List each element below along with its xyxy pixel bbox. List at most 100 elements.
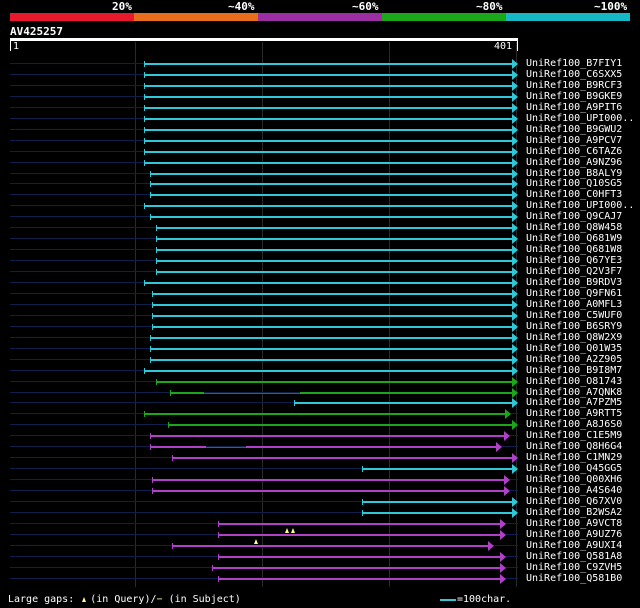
hit-label[interactable]: UniRef100_C5WUF0 [526,310,622,321]
arrow-head-icon [512,223,518,233]
arrow-head-icon [505,409,511,419]
alignment-segment [300,392,512,394]
hit-label[interactable]: UniRef100_Q8W2X9 [526,332,622,343]
alignment-segment [152,293,512,295]
alignment-segment [152,315,512,317]
hit-label[interactable]: UniRef100_Q00XH6 [526,474,622,485]
hit-label[interactable]: UniRef100_A7PZM5 [526,397,622,408]
query-gap-icon [254,539,258,544]
alignment-segment [152,479,504,481]
arrow-head-icon [512,355,518,365]
hit-label[interactable]: UniRef100_B9GKE9 [526,91,622,102]
hit-label[interactable]: UniRef100_Q67YE3 [526,255,622,266]
alignment-start-tick [152,302,153,308]
subject-gap-icon: − [156,594,163,605]
alignment-start-tick [144,138,145,144]
hit-label[interactable]: UniRef100_Q581B0 [526,573,622,584]
alignment-segment [150,216,512,218]
alignment-start-tick [294,400,295,406]
hit-list: UniRef100_B7FIY1 UniRef100_C6SXX5 UniRef10… [0,0,640,590]
hit-label[interactable]: UniRef100_Q45GG5 [526,463,622,474]
hit-label[interactable]: UniRef100_B9RCF3 [526,80,622,91]
hit-label[interactable]: UniRef100_B9RDV3 [526,277,622,288]
hit-label[interactable]: UniRef100_UPI000.. [526,200,634,211]
hit-label[interactable]: UniRef100_Q581A8 [526,551,622,562]
alignment-segment [144,85,512,87]
hit-label[interactable]: UniRef100_B2WSA2 [526,507,622,518]
hit-label[interactable]: UniRef100_A9VCT8 [526,518,622,529]
alignment-segment [362,468,512,470]
alignment-segment [144,129,512,131]
hit-label[interactable]: UniRef100_C6TAZ6 [526,146,622,157]
hit-label[interactable]: UniRef100_A9PCV7 [526,135,622,146]
hit-label[interactable]: UniRef100_A9PIT6 [526,102,622,113]
hit-label[interactable]: UniRef100_A8J6S0 [526,419,622,430]
alignment-start-tick [152,291,153,297]
alignment-start-tick [152,488,153,494]
alignment-segment [152,304,512,306]
arrow-head-icon [504,475,510,485]
alignment-segment [218,556,500,558]
hit-label[interactable]: UniRef100_Q681W9 [526,233,622,244]
alignment-segment [156,271,512,273]
alignment-start-tick [144,127,145,133]
alignment-segment [150,359,512,361]
hit-label[interactable]: UniRef100_A9UZ76 [526,529,622,540]
alignment-start-tick [156,225,157,231]
hit-label[interactable]: UniRef100_UPI000.. [526,113,634,124]
alignment-segment [152,490,504,492]
alignment-start-tick [144,203,145,209]
alignment-segment [362,512,512,514]
alignment-start-tick [144,83,145,89]
hit-label[interactable]: UniRef100_Q681W8 [526,244,622,255]
alignment-start-tick [150,171,151,177]
arrow-head-icon [512,420,518,430]
hit-label[interactable]: UniRef100_A9UXI4 [526,540,622,551]
alignment-segment [218,534,500,536]
hit-label[interactable]: UniRef100_A9NZ96 [526,157,622,168]
hit-label[interactable]: UniRef100_C6SXX5 [526,69,622,80]
query-gap-icon [82,597,86,602]
arrow-head-icon [496,442,502,452]
arrow-head-icon [512,453,518,463]
arrow-head-icon [512,92,518,102]
hit-label[interactable]: UniRef100_A9RTT5 [526,408,622,419]
hit-label[interactable]: UniRef100_Q8H6G4 [526,441,622,452]
hit-label[interactable]: UniRef100_B6SRY9 [526,321,622,332]
alignment-start-tick [156,258,157,264]
hit-label[interactable]: UniRef100_A0MFL3 [526,299,622,310]
hit-label[interactable]: UniRef100_C1E5M9 [526,430,622,441]
hit-label[interactable]: UniRef100_Q67XV0 [526,496,622,507]
hit-label[interactable]: UniRef100_A2Z905 [526,354,622,365]
alignment-start-tick [144,116,145,122]
arrow-head-icon [500,519,506,529]
alignment-start-tick [144,61,145,67]
alignment-start-tick [156,269,157,275]
arrow-head-icon [512,103,518,113]
arrow-head-icon [500,563,506,573]
hit-label[interactable]: UniRef100_Q2V3F7 [526,266,622,277]
arrow-head-icon [512,81,518,91]
arrow-head-icon [512,190,518,200]
alignment-segment [156,238,512,240]
hit-label[interactable]: UniRef100_C0HFT3 [526,189,622,200]
alignment-start-tick [362,466,363,472]
hit-label[interactable]: UniRef100_C1MN29 [526,452,622,463]
alignment-segment [144,140,512,142]
hit-label[interactable]: UniRef100_Q10SG5 [526,178,622,189]
hit-label[interactable]: UniRef100_A4S640 [526,485,622,496]
hit-label[interactable]: UniRef100_Q8W458 [526,222,622,233]
hit-label[interactable]: UniRef100_O81743 [526,376,622,387]
hit-label[interactable]: UniRef100_B9GWU2 [526,124,622,135]
hit-label[interactable]: UniRef100_Q9FN61 [526,288,622,299]
alignment-segment [144,162,512,164]
alignment-segment [144,151,512,153]
hit-label[interactable]: UniRef100_Q01W35 [526,343,622,354]
arrow-head-icon [512,179,518,189]
hit-label[interactable]: UniRef100_B7FIY1 [526,58,622,69]
hit-label[interactable]: UniRef100_Q9CAJ7 [526,211,622,222]
hit-label[interactable]: UniRef100_C9ZVH5 [526,562,622,573]
hit-label[interactable]: UniRef100_B9I8M7 [526,365,622,376]
arrow-head-icon [512,322,518,332]
alignment-segment [172,545,488,547]
